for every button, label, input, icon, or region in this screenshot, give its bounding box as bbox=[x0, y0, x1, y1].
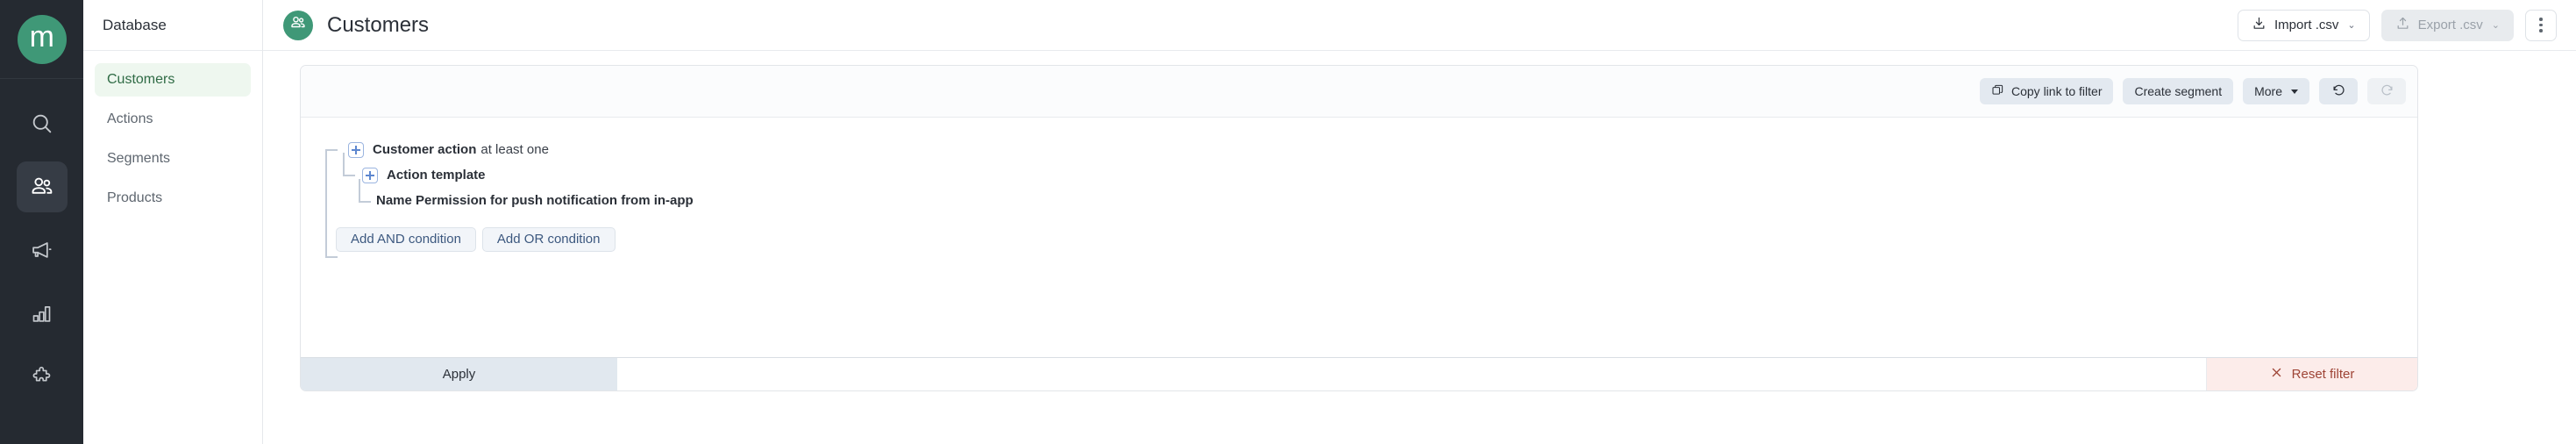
database-sidebar: Database Customers Actions Segments Prod… bbox=[83, 0, 263, 444]
sidebar-item-label: Products bbox=[107, 190, 163, 205]
app-logo[interactable]: m bbox=[17, 14, 67, 64]
tree-node-name-permission: Name Permission for push notification fr… bbox=[301, 188, 2417, 213]
users-icon bbox=[289, 14, 307, 36]
copy-link-to-filter-button[interactable]: Copy link to filter bbox=[1980, 78, 2114, 104]
undo-icon bbox=[2331, 82, 2346, 100]
tree-node-label: Action template bbox=[387, 168, 486, 183]
sidebar-item-label: Customers bbox=[107, 72, 175, 87]
copy-icon bbox=[1991, 83, 2004, 99]
primary-nav-rail: m bbox=[0, 0, 83, 444]
import-csv-button[interactable]: Import .csv ⌄ bbox=[2238, 9, 2370, 41]
rail-item-list bbox=[16, 79, 68, 402]
close-x-icon bbox=[2270, 366, 2283, 383]
create-segment-label: Create segment bbox=[2134, 84, 2223, 98]
action-bar-spacer bbox=[617, 358, 2206, 390]
copy-link-to-filter-label: Copy link to filter bbox=[2011, 84, 2103, 98]
rail-item-integrations[interactable] bbox=[17, 351, 68, 402]
kebab-menu-icon bbox=[2539, 18, 2543, 32]
sidebar-item-products[interactable]: Products bbox=[95, 182, 251, 215]
tree-add-condition-row: Add AND condition Add OR condition bbox=[301, 226, 2417, 252]
apply-filter-button[interactable]: Apply bbox=[301, 358, 617, 390]
sidebar-item-customers[interactable]: Customers bbox=[95, 63, 251, 97]
tree-node-action-template: Action template bbox=[301, 162, 2417, 188]
sidebar-item-segments[interactable]: Segments bbox=[95, 142, 251, 175]
page-header-actions: Import .csv ⌄ Export .csv ⌄ bbox=[2238, 9, 2557, 41]
rail-item-analytics[interactable] bbox=[17, 288, 68, 339]
expand-plus-icon[interactable] bbox=[362, 167, 378, 183]
filter-panel: Copy link to filter Create segment More bbox=[300, 65, 2418, 391]
export-csv-button[interactable]: Export .csv ⌄ bbox=[2380, 9, 2514, 41]
page-header: Customers Import .csv ⌄ Export .csv ⌄ bbox=[263, 0, 2576, 51]
rail-item-customers[interactable] bbox=[16, 161, 68, 212]
apply-filter-label: Apply bbox=[442, 367, 476, 382]
database-sidebar-header: Database bbox=[83, 0, 262, 51]
tree-node-customer-action: Customer action at least one bbox=[301, 137, 2417, 162]
app-root: m Database Customers Actions Segments Pr… bbox=[0, 0, 2576, 444]
rail-item-campaigns[interactable] bbox=[17, 225, 68, 276]
sidebar-item-label: Actions bbox=[107, 111, 153, 126]
chevron-down-icon: ⌄ bbox=[2491, 20, 2500, 31]
tree-connector-stub-bottom bbox=[325, 256, 338, 258]
upload-icon bbox=[2395, 16, 2410, 34]
add-or-condition-button[interactable]: Add OR condition bbox=[481, 226, 616, 252]
reset-filter-label: Reset filter bbox=[2291, 367, 2355, 382]
reset-filter-button[interactable]: Reset filter bbox=[2206, 358, 2417, 390]
more-options-button[interactable] bbox=[2525, 9, 2557, 41]
filter-action-bar: Apply Reset filter bbox=[301, 357, 2417, 390]
create-segment-button[interactable]: Create segment bbox=[2123, 78, 2234, 104]
puzzle-icon bbox=[30, 365, 53, 389]
sidebar-item-actions[interactable]: Actions bbox=[95, 103, 251, 136]
undo-button[interactable] bbox=[2319, 78, 2358, 104]
database-sidebar-list: Customers Actions Segments Products bbox=[83, 51, 262, 221]
redo-icon bbox=[2380, 82, 2395, 100]
logo-container[interactable]: m bbox=[0, 0, 83, 79]
database-sidebar-title: Database bbox=[103, 16, 167, 33]
chevron-down-icon: ⌄ bbox=[2347, 20, 2356, 31]
rail-item-search[interactable] bbox=[17, 98, 68, 149]
megaphone-icon bbox=[30, 238, 54, 262]
expand-plus-icon[interactable] bbox=[348, 141, 364, 158]
search-icon bbox=[30, 111, 54, 136]
main-area: Customers Import .csv ⌄ Export .csv ⌄ Co… bbox=[263, 0, 2576, 444]
avatar bbox=[283, 10, 313, 40]
bar-chart-icon bbox=[30, 302, 53, 326]
tree-node-label: Customer action bbox=[373, 142, 477, 157]
redo-button[interactable] bbox=[2367, 78, 2406, 104]
sidebar-item-label: Segments bbox=[107, 151, 171, 166]
filter-more-label: More bbox=[2254, 84, 2282, 98]
tree-node-label: Name Permission for push notification fr… bbox=[376, 193, 694, 208]
export-csv-label: Export .csv bbox=[2417, 18, 2483, 32]
content-area: Copy link to filter Create segment More bbox=[263, 51, 2576, 444]
filter-condition-tree: Customer action at least one Action temp… bbox=[301, 118, 2417, 258]
download-icon bbox=[2252, 16, 2266, 34]
filter-more-button[interactable]: More bbox=[2243, 78, 2309, 104]
filter-toolbar: Copy link to filter Create segment More bbox=[301, 66, 2417, 118]
tree-node-qualifier: at least one bbox=[480, 142, 549, 157]
caret-down-icon bbox=[2291, 89, 2298, 94]
add-and-condition-button[interactable]: Add AND condition bbox=[336, 226, 476, 252]
users-icon bbox=[29, 174, 55, 200]
import-csv-label: Import .csv bbox=[2274, 18, 2339, 32]
page-title: Customers bbox=[327, 12, 430, 37]
